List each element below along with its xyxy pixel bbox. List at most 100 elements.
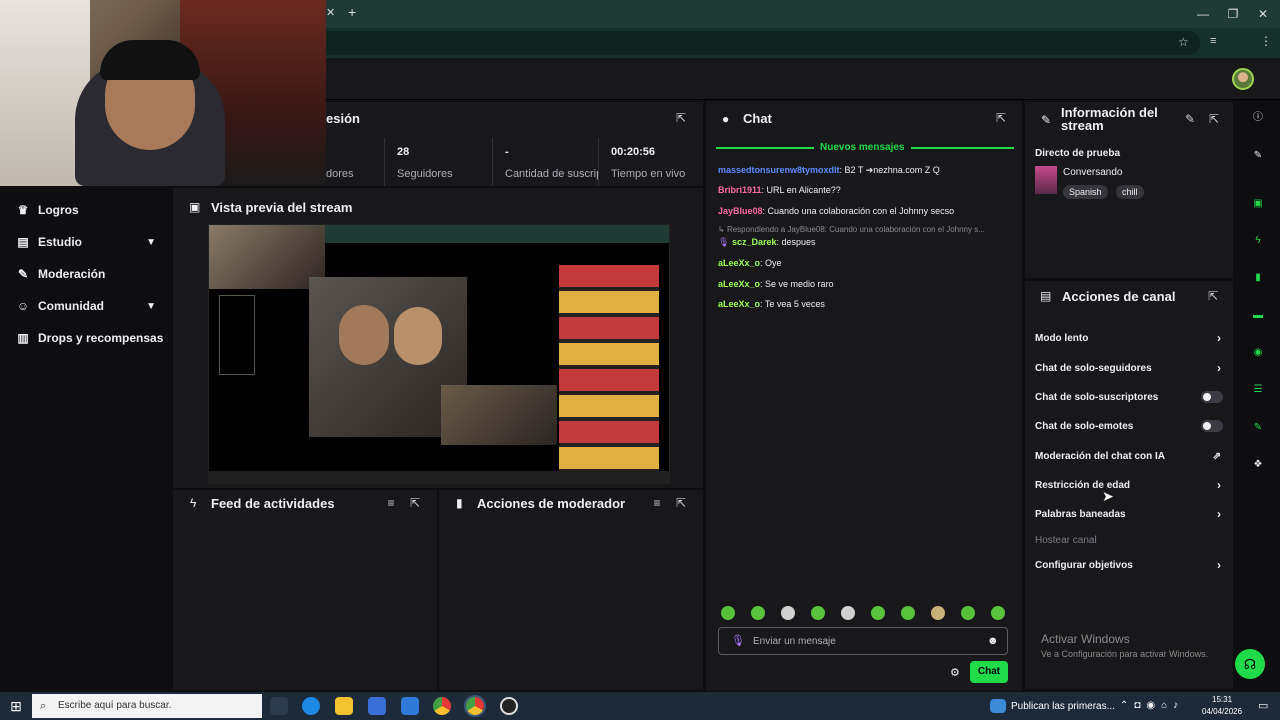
popout-icon[interactable]: ⇱ <box>1207 112 1221 126</box>
action-followers-only[interactable]: Chat de solo-seguidores › <box>1035 359 1225 377</box>
chat-send-button[interactable]: Chat <box>970 661 1008 683</box>
tab-close-icon[interactable]: ✕ <box>326 6 335 19</box>
feed-title: Feed de actividades <box>211 496 335 511</box>
taskbar-search[interactable]: ⌕ Escribe aquí para buscar. <box>32 694 262 718</box>
action-configure-goals[interactable]: Configurar objetivos › <box>1035 556 1225 574</box>
sidebar-item-logros[interactable]: ♛ Logros <box>16 198 166 222</box>
wrench-icon[interactable]: ✎ <box>1250 420 1266 436</box>
lightning-icon: ϟ <box>190 496 197 510</box>
sidebar-item-label: Drops y recompensas <box>38 331 164 345</box>
chat-message: aLeeXx_o: Te vea 5 veces <box>718 299 825 309</box>
user-avatar[interactable] <box>1232 68 1254 90</box>
sidebar-item-comunidad[interactable]: ☺ Comunidad ▼ <box>16 294 166 318</box>
category-thumbnail <box>1035 166 1057 194</box>
support-icon[interactable]: ☊ <box>1235 649 1265 679</box>
notification-icon[interactable]: ▭ <box>1258 699 1268 712</box>
toggle-switch[interactable] <box>1201 391 1223 403</box>
new-messages-label: Nuevos mensajes <box>814 142 911 153</box>
chevron-right-icon: › <box>1217 478 1221 492</box>
popout-icon[interactable]: ⇱ <box>1206 289 1220 303</box>
lightning-icon[interactable]: ϟ <box>1250 233 1266 249</box>
windows-start-icon[interactable]: ⊞ <box>0 692 32 720</box>
gift-icon: ▥ <box>17 331 29 345</box>
stat-subscriptions: - Cantidad de suscripciones <box>492 138 598 186</box>
edge-icon[interactable] <box>302 697 320 715</box>
chrome-active-icon[interactable] <box>464 695 486 717</box>
bookmark-star-icon[interactable]: ☆ <box>1178 35 1189 49</box>
chevron-down-icon: ▼ <box>146 300 156 312</box>
store-icon[interactable] <box>368 697 386 715</box>
tag-list: Spanish chill <box>1063 182 1148 200</box>
reply-icon: ↳ <box>718 225 727 234</box>
emote-icon[interactable] <box>931 606 945 620</box>
info-icon[interactable]: ⓘ <box>1250 110 1266 126</box>
document-icon[interactable]: ▮ <box>1250 270 1266 286</box>
folder-icon[interactable] <box>335 697 353 715</box>
clip-icon[interactable]: ▣ <box>1250 196 1266 212</box>
pencil-icon[interactable]: ✎ <box>1183 112 1197 126</box>
channel-actions-title: Acciones de canal <box>1062 289 1176 304</box>
list-icon[interactable]: ☰ <box>1250 382 1266 398</box>
activity-feed-panel <box>172 489 438 691</box>
preview-title: Vista previa del stream <box>211 200 353 215</box>
activation-title: Activar Windows <box>1041 632 1130 646</box>
taskbar-news[interactable]: Publican las primeras... <box>1011 701 1115 712</box>
stream-preview-video[interactable] <box>208 224 670 484</box>
gear-icon[interactable]: ⚙ <box>950 666 960 679</box>
chat-message: JayBlue08: Cuando una colaboración con e… <box>718 206 955 216</box>
system-tray-icons[interactable]: ⌃◘◉⌂♪ <box>1120 700 1184 711</box>
action-ai-moderation[interactable]: Moderación del chat con IA ⇗ <box>1035 447 1225 465</box>
emote-icon[interactable] <box>901 606 915 620</box>
popout-icon[interactable]: ⇱ <box>674 496 688 510</box>
chat-message: aLeeXx_o: Se ve medio raro <box>718 279 834 289</box>
popout-icon[interactable]: ⇱ <box>994 111 1008 125</box>
maximize-button[interactable]: ❐ <box>1218 4 1248 24</box>
pencil-icon[interactable]: ✎ <box>1250 148 1266 164</box>
action-age-restriction[interactable]: Restricción de edad › <box>1035 476 1225 494</box>
sidebar-item-estudio[interactable]: ▤ Estudio ▼ <box>16 230 166 254</box>
popout-icon[interactable]: ⇱ <box>674 111 688 125</box>
emote-icon[interactable] <box>751 606 765 620</box>
obs-icon[interactable] <box>500 697 518 715</box>
url-field[interactable] <box>180 31 1200 55</box>
minimize-button[interactable]: — <box>1188 4 1218 24</box>
close-window-button[interactable]: ✕ <box>1248 4 1278 24</box>
new-tab-button[interactable]: + <box>348 4 356 20</box>
emote-icon[interactable] <box>811 606 825 620</box>
chat-input[interactable]: 🎙 Enviar un mensaje ☻ <box>718 627 1008 655</box>
mic-icon[interactable]: 🎙 <box>731 634 745 647</box>
action-slow-mode[interactable]: Modo lento › <box>1035 329 1225 347</box>
filter-icon[interactable]: ≡ <box>650 496 664 510</box>
browser-menu-icon[interactable]: ⋮ <box>1260 34 1272 48</box>
emote-icon[interactable] <box>871 606 885 620</box>
emote-icon[interactable] <box>781 606 795 620</box>
emote-icon[interactable] <box>721 606 735 620</box>
extensions-icon[interactable]: ❖ <box>1250 457 1266 473</box>
chat-icon[interactable]: ▬ <box>1250 308 1266 324</box>
sidebar-item-drops[interactable]: ▥ Drops y recompensas <box>16 326 166 350</box>
emote-icon[interactable] <box>961 606 975 620</box>
chat-title: Chat <box>743 111 772 126</box>
popout-icon[interactable]: ⇱ <box>408 496 422 510</box>
chrome-icon[interactable] <box>433 697 451 715</box>
filter-icon[interactable]: ≡ <box>384 496 398 510</box>
webcam-overlay <box>0 0 326 186</box>
mail-icon[interactable] <box>401 697 419 715</box>
sidebar-item-label: Comunidad <box>38 299 104 313</box>
broadcast-icon[interactable]: ◉ <box>1250 345 1266 361</box>
action-emotes-only[interactable]: Chat de solo-emotes <box>1035 417 1225 435</box>
chevron-right-icon: › <box>1217 331 1221 345</box>
emote-icon[interactable] <box>841 606 855 620</box>
media-control-icon[interactable]: ≡ <box>1210 35 1216 47</box>
emote-icon[interactable] <box>991 606 1005 620</box>
news-icon[interactable] <box>990 699 1006 713</box>
action-banned-words[interactable]: Palabras baneadas › <box>1035 505 1225 523</box>
tag[interactable]: Spanish <box>1063 185 1108 199</box>
tag[interactable]: chill <box>1115 185 1144 199</box>
sidebar-item-moderacion[interactable]: ✎ Moderación <box>16 262 166 286</box>
action-subscribers-only[interactable]: Chat de solo-suscriptores <box>1035 388 1225 406</box>
wrench-icon: ✎ <box>1041 113 1052 127</box>
emoji-icon[interactable]: ☻ <box>987 635 999 647</box>
task-view-icon[interactable] <box>270 697 288 715</box>
toggle-switch[interactable] <box>1201 420 1223 432</box>
